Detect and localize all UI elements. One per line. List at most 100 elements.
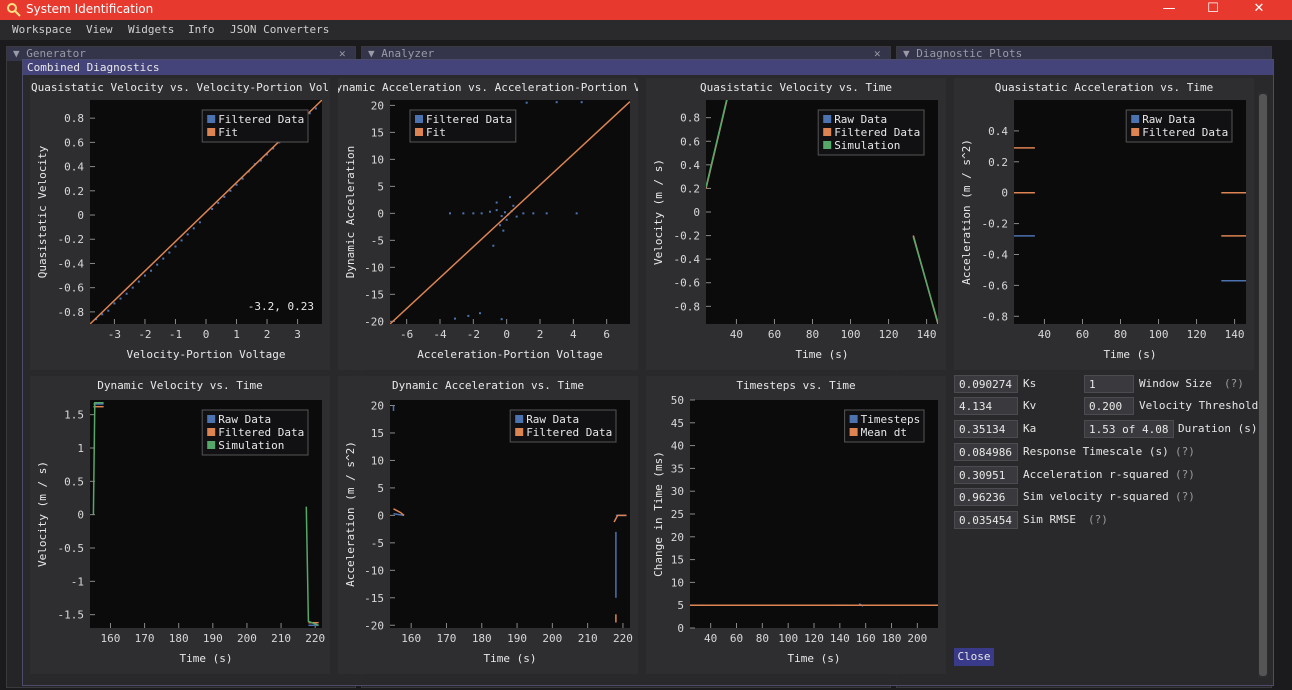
chart-svg: Dynamic Acceleration vs. Time 160 170 180 19… xyxy=(338,376,638,674)
series-filtered-data-point xyxy=(168,251,171,254)
legend-swatch xyxy=(207,128,216,136)
y-tick-label: -0.4 xyxy=(674,253,701,266)
x-tick-label: 40 xyxy=(730,328,743,341)
chart-svg: Dynamic Velocity vs. Time 160 170 180 190 200… xyxy=(30,376,330,674)
response-timescale-help-icon[interactable]: (?) xyxy=(1175,443,1195,461)
menu-widgets[interactable]: Widgets xyxy=(128,23,174,36)
legend-swatch xyxy=(515,428,524,436)
series-filtered-data-point xyxy=(509,196,511,199)
series-filtered-data-point xyxy=(515,215,518,218)
ks-label: Ks xyxy=(1023,377,1037,390)
sim-velocity-r-squared-help-icon[interactable]: (?) xyxy=(1175,488,1195,506)
series-filtered-data-point xyxy=(480,212,483,215)
chart-title: Quasistatic Acceleration vs. Time xyxy=(995,81,1214,94)
duration-slider[interactable]: 1.53 of 4.08 xyxy=(1084,420,1174,438)
plot-quasistatic-velocity-vs-voltage[interactable]: Quasistatic Velocity vs. Velocity-Portio… xyxy=(30,78,330,370)
legend-label: Filtered Data xyxy=(426,113,512,126)
series-filtered-data-point xyxy=(555,101,558,104)
window-size-input[interactable]: 1 xyxy=(1084,375,1134,393)
y-tick-label: 15 xyxy=(371,126,384,139)
y-tick-label: -0.6 xyxy=(58,282,85,295)
legend-swatch xyxy=(823,141,832,149)
plot-quasistatic-velocity-vs-time[interactable]: Quasistatic Velocity vs. Time 40 60 80 100 12… xyxy=(646,78,946,370)
chart-title: Timesteps vs. Time xyxy=(736,379,855,392)
menu-info[interactable]: Info xyxy=(188,23,215,36)
maximize-button[interactable]: ☐ xyxy=(1190,0,1236,20)
x-axis-label: Time (s) xyxy=(484,652,537,665)
legend-label: Fit xyxy=(218,126,238,139)
x-tick-label: 80 xyxy=(806,328,819,341)
series-filtered-data-point xyxy=(125,292,128,295)
kv-label: Kv xyxy=(1023,399,1037,412)
series-filtered-data-point xyxy=(186,233,189,236)
series-filtered-data-point xyxy=(472,212,475,215)
series-filtered-data-point xyxy=(505,218,508,221)
plot-timesteps-vs-time[interactable]: Timesteps vs. Time 40 60 80 100 120 140 160 180 2… xyxy=(646,376,946,674)
y-tick-label: 0.2 xyxy=(64,185,84,198)
y-tick-label: 25 xyxy=(671,508,684,521)
velocity-threshold-input[interactable]: 0.200 xyxy=(1084,397,1134,415)
legend-label: Raw Data xyxy=(834,113,887,126)
close-window-button[interactable]: ✕ xyxy=(1236,0,1282,20)
x-tick-label: 6 xyxy=(603,328,610,341)
series-filtered-data-point xyxy=(499,224,501,227)
plot-quasistatic-acceleration-vs-time[interactable]: Quasistatic Acceleration vs. Time 40 60 80 1… xyxy=(954,78,1254,370)
x-tick-label: 120 xyxy=(804,632,824,645)
window-size-help-icon[interactable]: (?) xyxy=(1224,375,1244,393)
modal-scrollbar-thumb[interactable] xyxy=(1259,94,1267,676)
y-tick-label: 0 xyxy=(377,509,384,522)
y-tick-label: -0.4 xyxy=(982,248,1009,261)
y-tick-label: 0.6 xyxy=(680,135,700,148)
y-tick-label: 5 xyxy=(377,482,384,495)
y-tick-label: 0 xyxy=(1001,187,1008,200)
y-tick-label: -0.6 xyxy=(982,279,1009,292)
series-filtered-data-point xyxy=(532,212,535,215)
y-tick-label: -15 xyxy=(364,288,384,301)
y-tick-label: 0.6 xyxy=(64,136,84,149)
y-tick-label: -0.2 xyxy=(58,233,85,246)
acceleration-r-squared-value: 0.30951 xyxy=(954,466,1018,484)
series-filtered-data-point xyxy=(143,274,146,277)
menu-workspace[interactable]: Workspace xyxy=(12,23,72,36)
close-button[interactable]: Close xyxy=(954,648,994,666)
y-tick-label: 0.2 xyxy=(680,182,700,195)
x-tick-label: 190 xyxy=(507,632,527,645)
y-tick-label: -15 xyxy=(364,592,384,605)
sim-rmse-help-icon[interactable]: (?) xyxy=(1088,511,1108,529)
series-filtered-data-point xyxy=(217,201,220,204)
plot-dynamic-acceleration-vs-time[interactable]: Dynamic Acceleration vs. Time 160 170 180 19… xyxy=(338,376,638,674)
x-tick-label: 80 xyxy=(756,632,769,645)
x-axis-label: Velocity-Portion Voltage xyxy=(127,348,286,361)
series-filtered-data-point xyxy=(156,263,159,266)
y-tick-label: 50 xyxy=(671,394,684,407)
x-axis-label: Time (s) xyxy=(788,652,841,665)
chart-title: Quasistatic Velocity vs. Velocity-Portio… xyxy=(31,81,329,94)
combined-diagnostics-header[interactable]: Combined Diagnostics xyxy=(23,60,1273,75)
minimize-button[interactable]: — xyxy=(1146,0,1192,20)
velocity-threshold-label: Velocity Threshold xyxy=(1139,399,1259,412)
x-tick-label: 100 xyxy=(841,328,861,341)
y-tick-label: 40 xyxy=(671,440,684,453)
plot-dynamic-velocity-vs-time[interactable]: Dynamic Velocity vs. Time 160 170 180 190 200… xyxy=(30,376,330,674)
menu-view[interactable]: View xyxy=(86,23,113,36)
legend-label: Filtered Data xyxy=(834,126,920,139)
x-tick-label: 0 xyxy=(203,328,210,341)
y-tick-label: 0 xyxy=(693,206,700,219)
menu-json-converters[interactable]: JSON Converters xyxy=(230,23,329,36)
series-filtered-data-point xyxy=(502,229,505,232)
acceleration-r-squared-help-icon[interactable]: (?) xyxy=(1175,466,1195,484)
x-tick-label: 60 xyxy=(768,328,781,341)
chart-svg: Quasistatic Velocity vs. Velocity-Portio… xyxy=(30,78,330,370)
y-tick-label: -10 xyxy=(364,564,384,577)
kv-value: 4.134 xyxy=(954,397,1018,415)
modal-scrollbar[interactable] xyxy=(1258,92,1268,678)
x-tick-label: 120 xyxy=(1187,328,1207,341)
legend-swatch xyxy=(207,441,216,449)
legend-swatch xyxy=(823,128,832,136)
x-tick-label: 200 xyxy=(237,632,257,645)
y-tick-label: 0.8 xyxy=(64,112,84,125)
y-tick-label: 10 xyxy=(671,576,684,589)
x-tick-label: 80 xyxy=(1114,328,1127,341)
plot-dynamic-acceleration-vs-voltage[interactable]: Dynamic Acceleration vs. Acceleration-Po… xyxy=(338,78,638,370)
y-tick-label: 0 xyxy=(677,622,684,635)
